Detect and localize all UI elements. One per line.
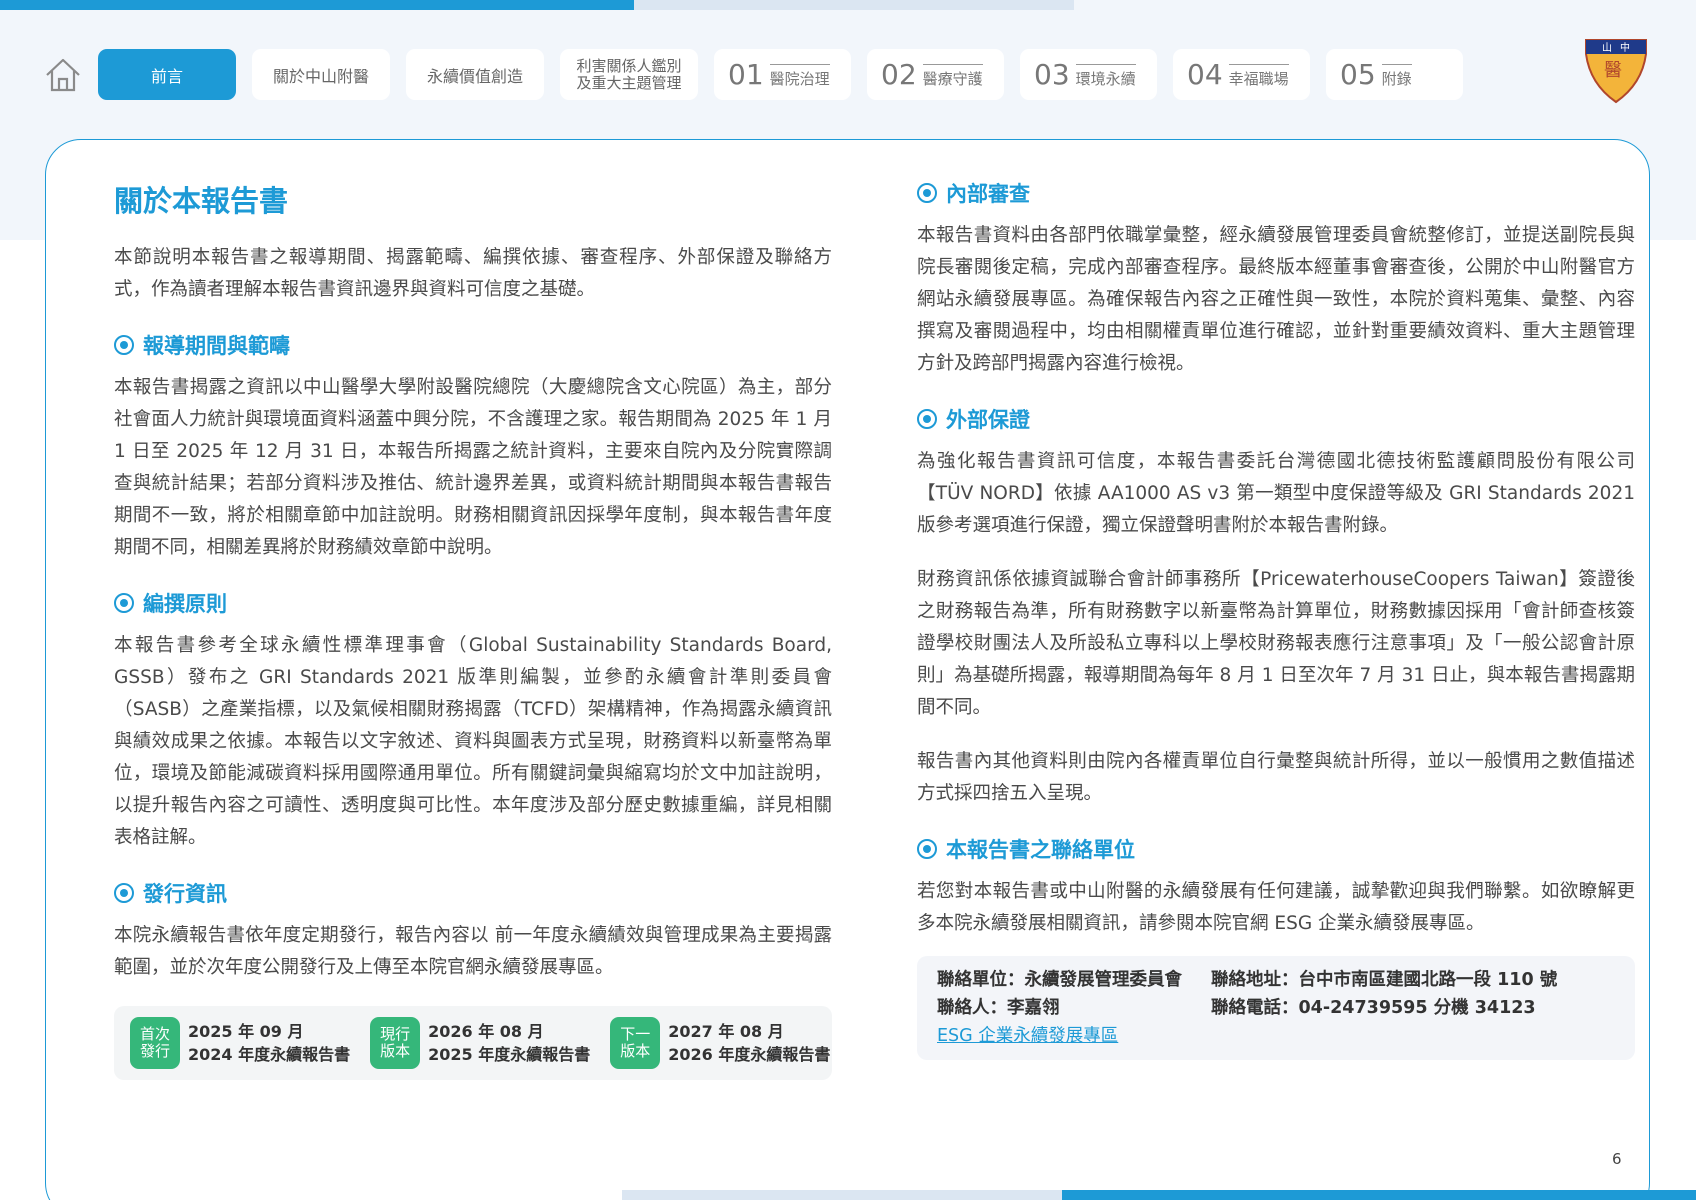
bottom-accent-bar-light <box>622 1190 1062 1200</box>
release-text: 2025 年 09 月 2024 年度永續報告書 <box>188 1020 350 1066</box>
tab-number: 01 <box>728 58 764 91</box>
badge-line2: 發行 <box>139 1042 170 1060</box>
tab-about-hospital[interactable]: 關於中山附醫 <box>252 49 390 100</box>
page-number: 6 <box>1612 1150 1622 1168</box>
top-accent-bar-light <box>634 0 1074 10</box>
section-heading: 編撰原則 <box>114 588 832 618</box>
tab-label: 幸福職場 <box>1228 64 1289 89</box>
contact-intro-text: 若您對本報告書或中山附醫的永續發展有任何建議，誠摯歡迎與我們聯繫。如欲瞭解更多本… <box>917 881 1635 934</box>
tab-label: 醫院治理 <box>769 64 830 89</box>
release-item: 下一 版本 2027 年 08 月 2026 年度永續報告書 <box>610 1017 830 1069</box>
left-column: 關於本報告書 本節說明本報告書之報導期間、揭露範疇、編撰依據、審查程序、外部保證… <box>114 178 832 1080</box>
target-bullet-icon <box>114 593 134 613</box>
release-date: 2025 年 09 月 <box>188 1022 304 1041</box>
tab-chapter-04[interactable]: 04 幸福職場 <box>1173 49 1310 100</box>
release-name: 2026 年度永續報告書 <box>668 1045 831 1064</box>
reporting-period-text: 本報告書揭露之資訊以中山醫學大學附設醫院總院（大慶總院含文心院區）為主，部分社會… <box>114 377 832 558</box>
esg-link[interactable]: ESG 企業永續發展專區 <box>937 1022 1118 1050</box>
release-name: 2025 年度永續報告書 <box>428 1045 591 1064</box>
section-title: 發行資訊 <box>143 882 227 906</box>
section-title: 報導期間與範疇 <box>143 334 290 358</box>
contact-box: 聯絡單位：永續發展管理委員會 聯絡地址：台中市南區建國北路一段 110 號 聯絡… <box>917 956 1635 1060</box>
release-badge: 下一 版本 <box>610 1017 661 1069</box>
release-name: 2024 年度永續報告書 <box>188 1045 351 1064</box>
contact-phone: 聯絡電話：04-24739595 分機 34123 <box>1211 998 1536 1018</box>
contact-address: 聯絡地址：台中市南區建國北路一段 110 號 <box>1211 970 1558 990</box>
badge-line2: 版本 <box>620 1042 651 1060</box>
publication-text: 本院永續報告書依年度定期發行，報告內容以 前一年度永續績效與管理成果為主要揭露範… <box>114 925 832 978</box>
tab-number: 03 <box>1034 58 1070 91</box>
hospital-logo: 山 中 醫 <box>1585 39 1647 104</box>
tab-label: 附錄 <box>1381 64 1412 89</box>
tab-label: 前言 <box>150 66 183 86</box>
section-heading: 本報告書之聯絡單位 <box>917 834 1635 864</box>
tab-label: 環境永續 <box>1075 64 1136 89</box>
tab-chapter-02[interactable]: 02 醫療守護 <box>867 49 1004 100</box>
section-heading: 外部保證 <box>917 404 1635 434</box>
internal-review-text: 本報告書資料由各部門依職掌彙整，經永續發展管理委員會統整修訂，並提送副院長與院長… <box>917 225 1635 374</box>
contact-unit: 聯絡單位：永續發展管理委員會 <box>937 970 1182 990</box>
release-badge: 現行 版本 <box>370 1017 421 1069</box>
bottom-accent-bar <box>1062 1190 1696 1200</box>
section-title: 外部保證 <box>946 408 1030 432</box>
svg-text:中: 中 <box>1620 41 1630 54</box>
tab-stakeholders[interactable]: 利害關係人鑑別 及重大主題管理 <box>560 49 698 100</box>
badge-line1: 現行 <box>380 1025 411 1043</box>
tab-number: 02 <box>881 58 917 91</box>
tab-sustainable-value[interactable]: 永續價值創造 <box>406 49 544 100</box>
contact-row: 聯絡人：李嘉翎 聯絡電話：04-24739595 分機 34123 <box>937 994 1615 1022</box>
tab-number: 04 <box>1187 58 1223 91</box>
badge-line2: 版本 <box>380 1042 411 1060</box>
badge-line1: 下一 <box>620 1025 651 1043</box>
badge-line1: 首次 <box>139 1025 170 1043</box>
target-bullet-icon <box>917 839 937 859</box>
contact-person: 聯絡人：李嘉翎 <box>937 998 1060 1018</box>
right-column: 內部審查 本報告書資料由各部門依職掌彙整，經永續發展管理委員會統整修訂，並提送副… <box>917 178 1635 1060</box>
tab-chapter-03[interactable]: 03 環境永續 <box>1020 49 1157 100</box>
section-title: 編撰原則 <box>143 592 227 616</box>
target-bullet-icon <box>114 883 134 903</box>
contact-row: ESG 企業永續發展專區 <box>937 1022 1615 1050</box>
tab-number: 05 <box>1340 58 1376 91</box>
intro-text: 本節說明本報告書之報導期間、揭露範疇、編撰依據、審查程序、外部保證及聯絡方式，作… <box>114 247 832 300</box>
tab-label-line1: 利害關係人鑑別 <box>576 56 682 75</box>
svg-text:山: 山 <box>1602 42 1612 54</box>
release-item: 現行 版本 2026 年 08 月 2025 年度永續報告書 <box>370 1017 590 1069</box>
external-assurance-text: 為強化報告書資訊可信度，本報告書委託台灣德國北德技術監護顧問股份有限公司【TÜV… <box>917 451 1635 536</box>
financial-info-text: 財務資訊係依據資誠聯合會計師事務所【PricewaterhouseCoopers… <box>917 569 1635 718</box>
release-item: 首次 發行 2025 年 09 月 2024 年度永續報告書 <box>130 1017 350 1069</box>
release-text: 2026 年 08 月 2025 年度永續報告書 <box>428 1020 590 1066</box>
target-bullet-icon <box>917 409 937 429</box>
tab-label: 永續價值創造 <box>426 66 523 86</box>
section-heading: 發行資訊 <box>114 878 832 908</box>
tab-preface[interactable]: 前言 <box>98 49 236 100</box>
release-badge: 首次 發行 <box>130 1017 180 1069</box>
svg-text:醫: 醫 <box>1604 60 1622 81</box>
compilation-text: 本報告書參考全球永續性標準理事會（Global Sustainability S… <box>114 635 832 848</box>
section-title: 本報告書之聯絡單位 <box>946 838 1135 862</box>
home-icon[interactable] <box>44 56 82 94</box>
release-date: 2027 年 08 月 <box>668 1022 784 1041</box>
section-heading: 內部審查 <box>917 178 1635 208</box>
tab-chapter-05[interactable]: 05 附錄 <box>1326 49 1463 100</box>
tab-label: 關於中山附醫 <box>272 66 369 86</box>
tab-label-line2: 及重大主題管理 <box>576 73 682 92</box>
other-data-text: 報告書內其他資料則由院內各權責單位自行彙整與統計所得，並以一般慣用之數值描述方式… <box>917 751 1635 804</box>
target-bullet-icon <box>917 183 937 203</box>
tab-label: 醫療守護 <box>922 64 983 89</box>
release-date: 2026 年 08 月 <box>428 1022 544 1041</box>
contact-row: 聯絡單位：永續發展管理委員會 聯絡地址：台中市南區建國北路一段 110 號 <box>937 966 1615 994</box>
page-title: 關於本報告書 <box>114 184 289 218</box>
target-bullet-icon <box>114 335 134 355</box>
section-title: 內部審查 <box>946 182 1030 206</box>
chapter-nav: 前言 關於中山附醫 永續價值創造 利害關係人鑑別 及重大主題管理 01 醫院治理 … <box>98 49 1463 100</box>
top-accent-bar <box>0 0 634 10</box>
release-text: 2027 年 08 月 2026 年度永續報告書 <box>668 1020 830 1066</box>
tab-chapter-01[interactable]: 01 醫院治理 <box>714 49 851 100</box>
release-info-box: 首次 發行 2025 年 09 月 2024 年度永續報告書 現行 版本 202… <box>114 1006 832 1080</box>
section-heading: 報導期間與範疇 <box>114 330 832 360</box>
